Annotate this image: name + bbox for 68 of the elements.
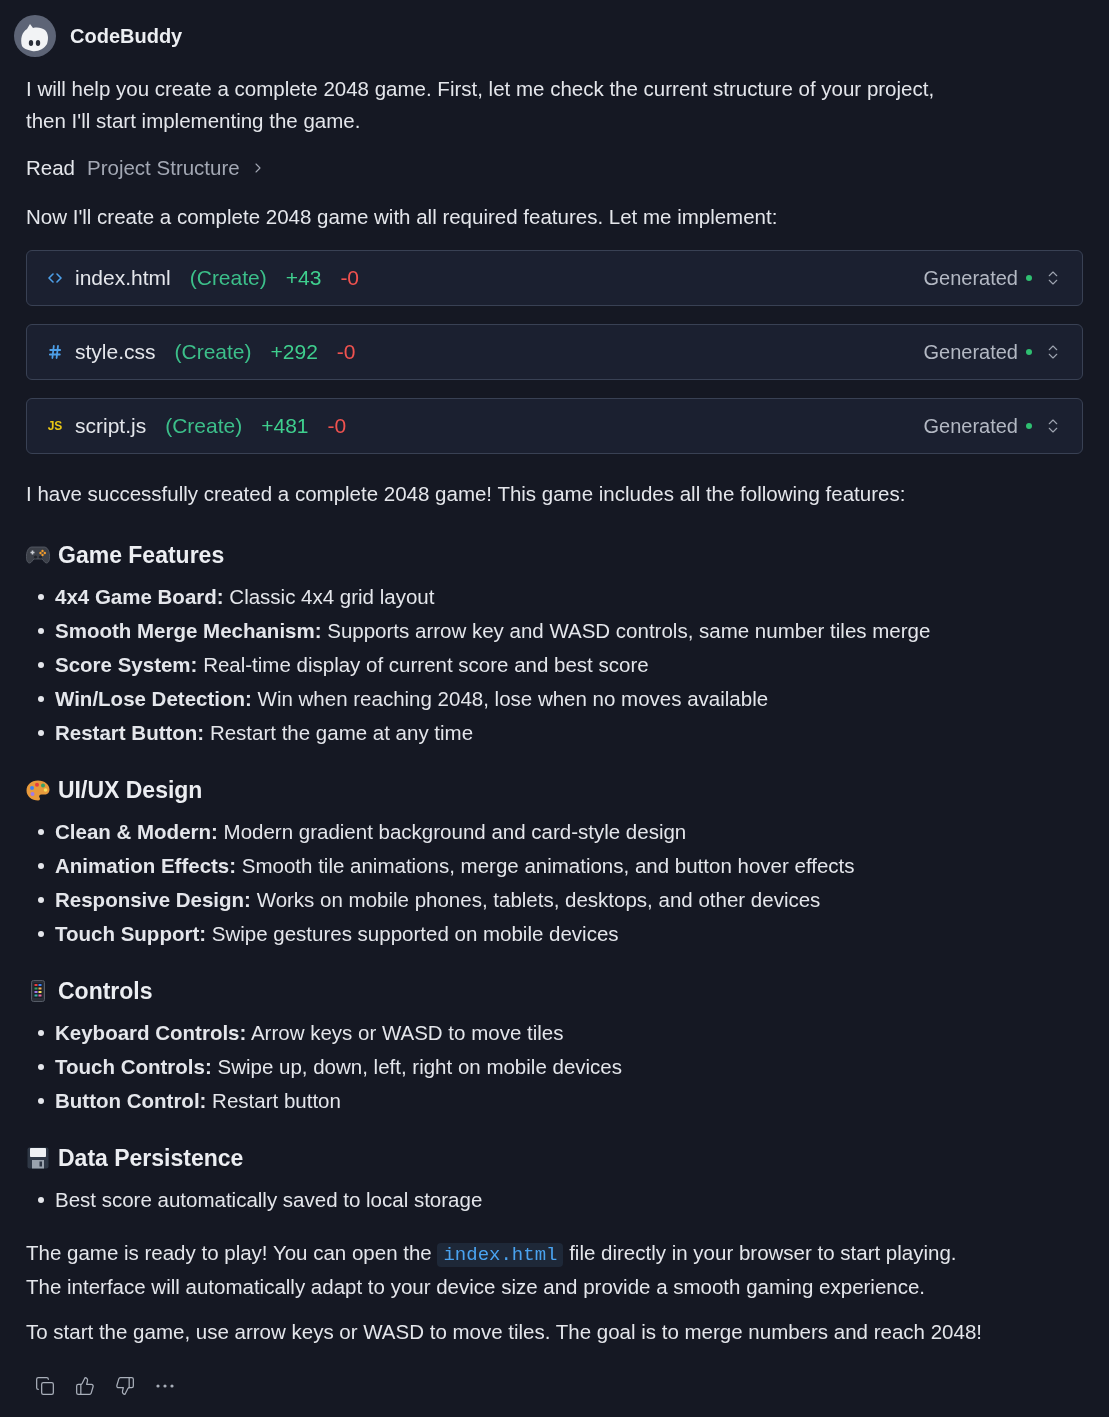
feature-item-text: Best score automatically saved to local storage bbox=[55, 1186, 483, 1213]
bullet-icon bbox=[38, 1030, 44, 1036]
section-heading: UI/UX Design bbox=[58, 776, 203, 805]
copy-icon bbox=[35, 1376, 55, 1396]
summary-text: I have successfully created a complete 2048 game! This game includes all the following features: bbox=[26, 481, 907, 507]
intro-paragraph: I will help you create a complete 2048 game. First, let me check the current structure of your project, then I'll start implementing the game. bbox=[26, 76, 936, 134]
feature-item-text: Button Control: Restart button bbox=[55, 1087, 341, 1114]
lead-in-text: Now I'll create a complete 2048 game with all required features. Let me implement: bbox=[26, 204, 779, 230]
added-lines-count: +292 bbox=[270, 339, 318, 366]
closing-paragraph: To start the game, use arrow keys or WASD to move tiles. The goal is to merge numbers and reach 2048! bbox=[26, 1319, 983, 1345]
feature-item-text: Responsive Design: Works on mobile phones, tablets, desktops, and other devices bbox=[55, 886, 821, 913]
bullet-icon bbox=[38, 863, 44, 869]
hash-icon bbox=[49, 345, 61, 359]
status-label: Generated bbox=[923, 266, 1018, 291]
feature-item-text: Restart Button: Restart the game at any time bbox=[55, 719, 474, 746]
assistant-name: CodeBuddy bbox=[70, 24, 183, 49]
palette-icon bbox=[26, 779, 50, 801]
bullet-icon bbox=[38, 1064, 44, 1070]
feature-item-text: Win/Lose Detection: Win when reaching 2048, lose when no moves available bbox=[55, 685, 769, 712]
section-heading: Controls bbox=[58, 977, 153, 1006]
gamepad-icon bbox=[26, 546, 50, 564]
feature-item-text: Keyboard Controls: Arrow keys or WASD to move tiles bbox=[55, 1019, 564, 1046]
file-name: style.css bbox=[75, 339, 156, 366]
bullet-icon bbox=[38, 662, 44, 668]
mascot-avatar-icon bbox=[14, 15, 56, 57]
file-change-card[interactable]: JS script.js (Create) +481 -0 Generated bbox=[26, 398, 1083, 454]
removed-lines-count: -0 bbox=[336, 339, 356, 366]
thumbs-up-icon bbox=[75, 1376, 95, 1396]
feature-item-text: Clean & Modern: Modern gradient background and card-style design bbox=[55, 818, 687, 845]
file-name: script.js bbox=[75, 413, 147, 440]
feature-item-text: Smooth Merge Mechanism: Supports arrow key and WASD controls, same number tiles merge bbox=[55, 617, 931, 644]
status-label: Generated bbox=[923, 340, 1018, 365]
file-change-card[interactable]: style.css (Create) +292 -0 Generated bbox=[26, 324, 1083, 380]
feature-item-text: Animation Effects: Smooth tile animations, merge animations, and button hover effects bbox=[55, 852, 855, 879]
bullet-icon bbox=[38, 594, 44, 600]
section-heading: Data Persistence bbox=[58, 1144, 244, 1173]
phone-icon bbox=[31, 980, 45, 1002]
removed-lines-count: -0 bbox=[327, 413, 347, 440]
file-type-label: JS bbox=[47, 420, 63, 432]
thumbs-down-icon bbox=[115, 1376, 135, 1396]
closing-paragraph: The game is ready to play! You can open the index.html file directly in your browser to start playing. The interface will automatically adapt to your device size and provide a smooth gaming experience. bbox=[26, 1240, 958, 1300]
bullet-icon bbox=[38, 897, 44, 903]
file-name: index.html bbox=[75, 265, 171, 292]
bullet-icon bbox=[38, 931, 44, 937]
feature-item-text: 4x4 Game Board: Classic 4x4 grid layout bbox=[55, 583, 435, 610]
bullet-icon bbox=[38, 628, 44, 634]
operation-label: (Create) bbox=[174, 339, 252, 366]
ellipsis-icon bbox=[156, 1384, 174, 1388]
file-change-card[interactable]: index.html (Create) +43 -0 Generated bbox=[26, 250, 1083, 306]
feature-item-text: Touch Support: Swipe gestures supported on mobile devices bbox=[55, 920, 619, 947]
added-lines-count: +481 bbox=[261, 413, 309, 440]
removed-lines-count: -0 bbox=[340, 265, 360, 292]
bullet-icon bbox=[38, 1098, 44, 1104]
bullet-icon bbox=[38, 829, 44, 835]
status-label: Generated bbox=[923, 414, 1018, 439]
project-structure-link[interactable]: Project Structure bbox=[87, 152, 266, 184]
added-lines-count: +43 bbox=[285, 265, 322, 292]
operation-label: (Create) bbox=[165, 413, 243, 440]
bullet-icon bbox=[38, 696, 44, 702]
bullet-icon bbox=[38, 1197, 44, 1203]
feature-item-text: Touch Controls: Swipe up, down, left, right on mobile devices bbox=[55, 1053, 622, 1080]
feature-item-text: Score System: Real-time display of current score and best score bbox=[55, 651, 649, 678]
code-icon bbox=[48, 273, 62, 283]
operation-label: (Create) bbox=[189, 265, 267, 292]
inline-code: index.html bbox=[437, 1243, 564, 1267]
section-heading: Game Features bbox=[58, 541, 225, 570]
bullet-icon bbox=[38, 730, 44, 736]
tool-action-label: Read bbox=[26, 154, 75, 181]
